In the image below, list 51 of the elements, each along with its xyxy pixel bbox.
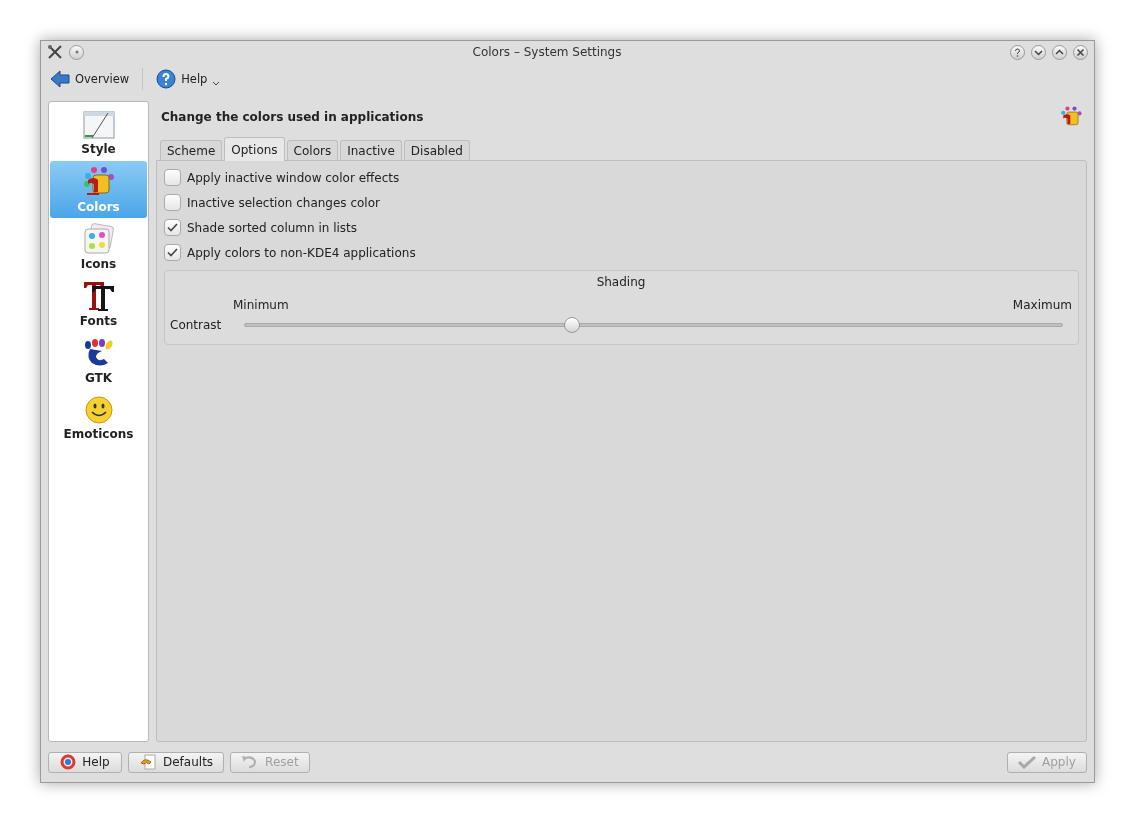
checkbox-option[interactable]: Apply colors to non-KDE4 applications <box>164 240 1079 265</box>
tab[interactable]: Options <box>224 137 285 161</box>
checkbox-option[interactable]: Apply inactive window color effects <box>164 165 1079 190</box>
sidebar-item[interactable]: Style <box>50 104 147 161</box>
checkbox[interactable] <box>164 194 181 211</box>
paint-bucket-icon <box>81 165 116 198</box>
tab[interactable]: Scheme <box>160 140 223 160</box>
slider-max-label: Maximum <box>1012 298 1072 312</box>
palette-icon <box>81 222 116 255</box>
sidebar-item[interactable]: Emoticons <box>50 389 147 446</box>
window-icon <box>81 109 116 140</box>
checkmark-icon <box>167 248 178 257</box>
checkbox[interactable] <box>164 244 181 261</box>
help-icon <box>156 69 177 89</box>
chevron-down-icon <box>212 81 221 87</box>
checkbox[interactable] <box>164 219 181 236</box>
page-heading: Change the colors used in applications <box>161 109 424 124</box>
maximize-button[interactable] <box>1052 44 1067 60</box>
question-mark-icon <box>1013 47 1022 57</box>
undo-document-icon <box>139 754 157 770</box>
slider-min-label: Minimum <box>233 298 289 312</box>
sidebar-item[interactable]: Fonts <box>50 275 147 332</box>
chevron-up-icon <box>1055 47 1064 57</box>
tab[interactable]: Colors <box>286 140 339 160</box>
checkbox-option[interactable]: Inactive selection changes color <box>164 190 1079 215</box>
sidebar-item[interactable]: GTK <box>50 332 147 389</box>
sidebar-item[interactable]: Icons <box>50 218 147 275</box>
lifebuoy-icon <box>60 754 77 770</box>
slider-handle[interactable] <box>563 317 580 333</box>
checkmark-icon <box>167 223 178 232</box>
tools-icon <box>47 44 63 60</box>
checkbox[interactable] <box>164 169 181 186</box>
minimize-button[interactable] <box>1031 44 1046 60</box>
help-button[interactable] <box>1010 44 1025 60</box>
group-title: Shading <box>595 275 647 289</box>
slider-label: Contrast <box>170 318 222 332</box>
font-glyph-icon <box>81 279 116 312</box>
close-icon <box>1076 47 1085 57</box>
close-button[interactable] <box>1073 44 1088 60</box>
tab[interactable]: Disabled <box>403 140 470 160</box>
back-arrow-icon <box>50 70 70 88</box>
help-button[interactable]: Help <box>48 751 122 773</box>
window-title: Colors – System Settings <box>471 45 623 59</box>
overview-button[interactable]: Overview <box>47 68 133 90</box>
smiley-icon <box>83 394 114 425</box>
chevron-down-icon <box>1034 47 1043 57</box>
tab[interactable]: Inactive <box>340 140 402 160</box>
help-menu-button[interactable]: Help <box>153 67 224 91</box>
defaults-button[interactable]: Defaults <box>128 751 225 773</box>
checkmark-icon <box>1018 755 1037 769</box>
checkbox-option[interactable]: Shade sorted column in lists <box>164 215 1079 240</box>
